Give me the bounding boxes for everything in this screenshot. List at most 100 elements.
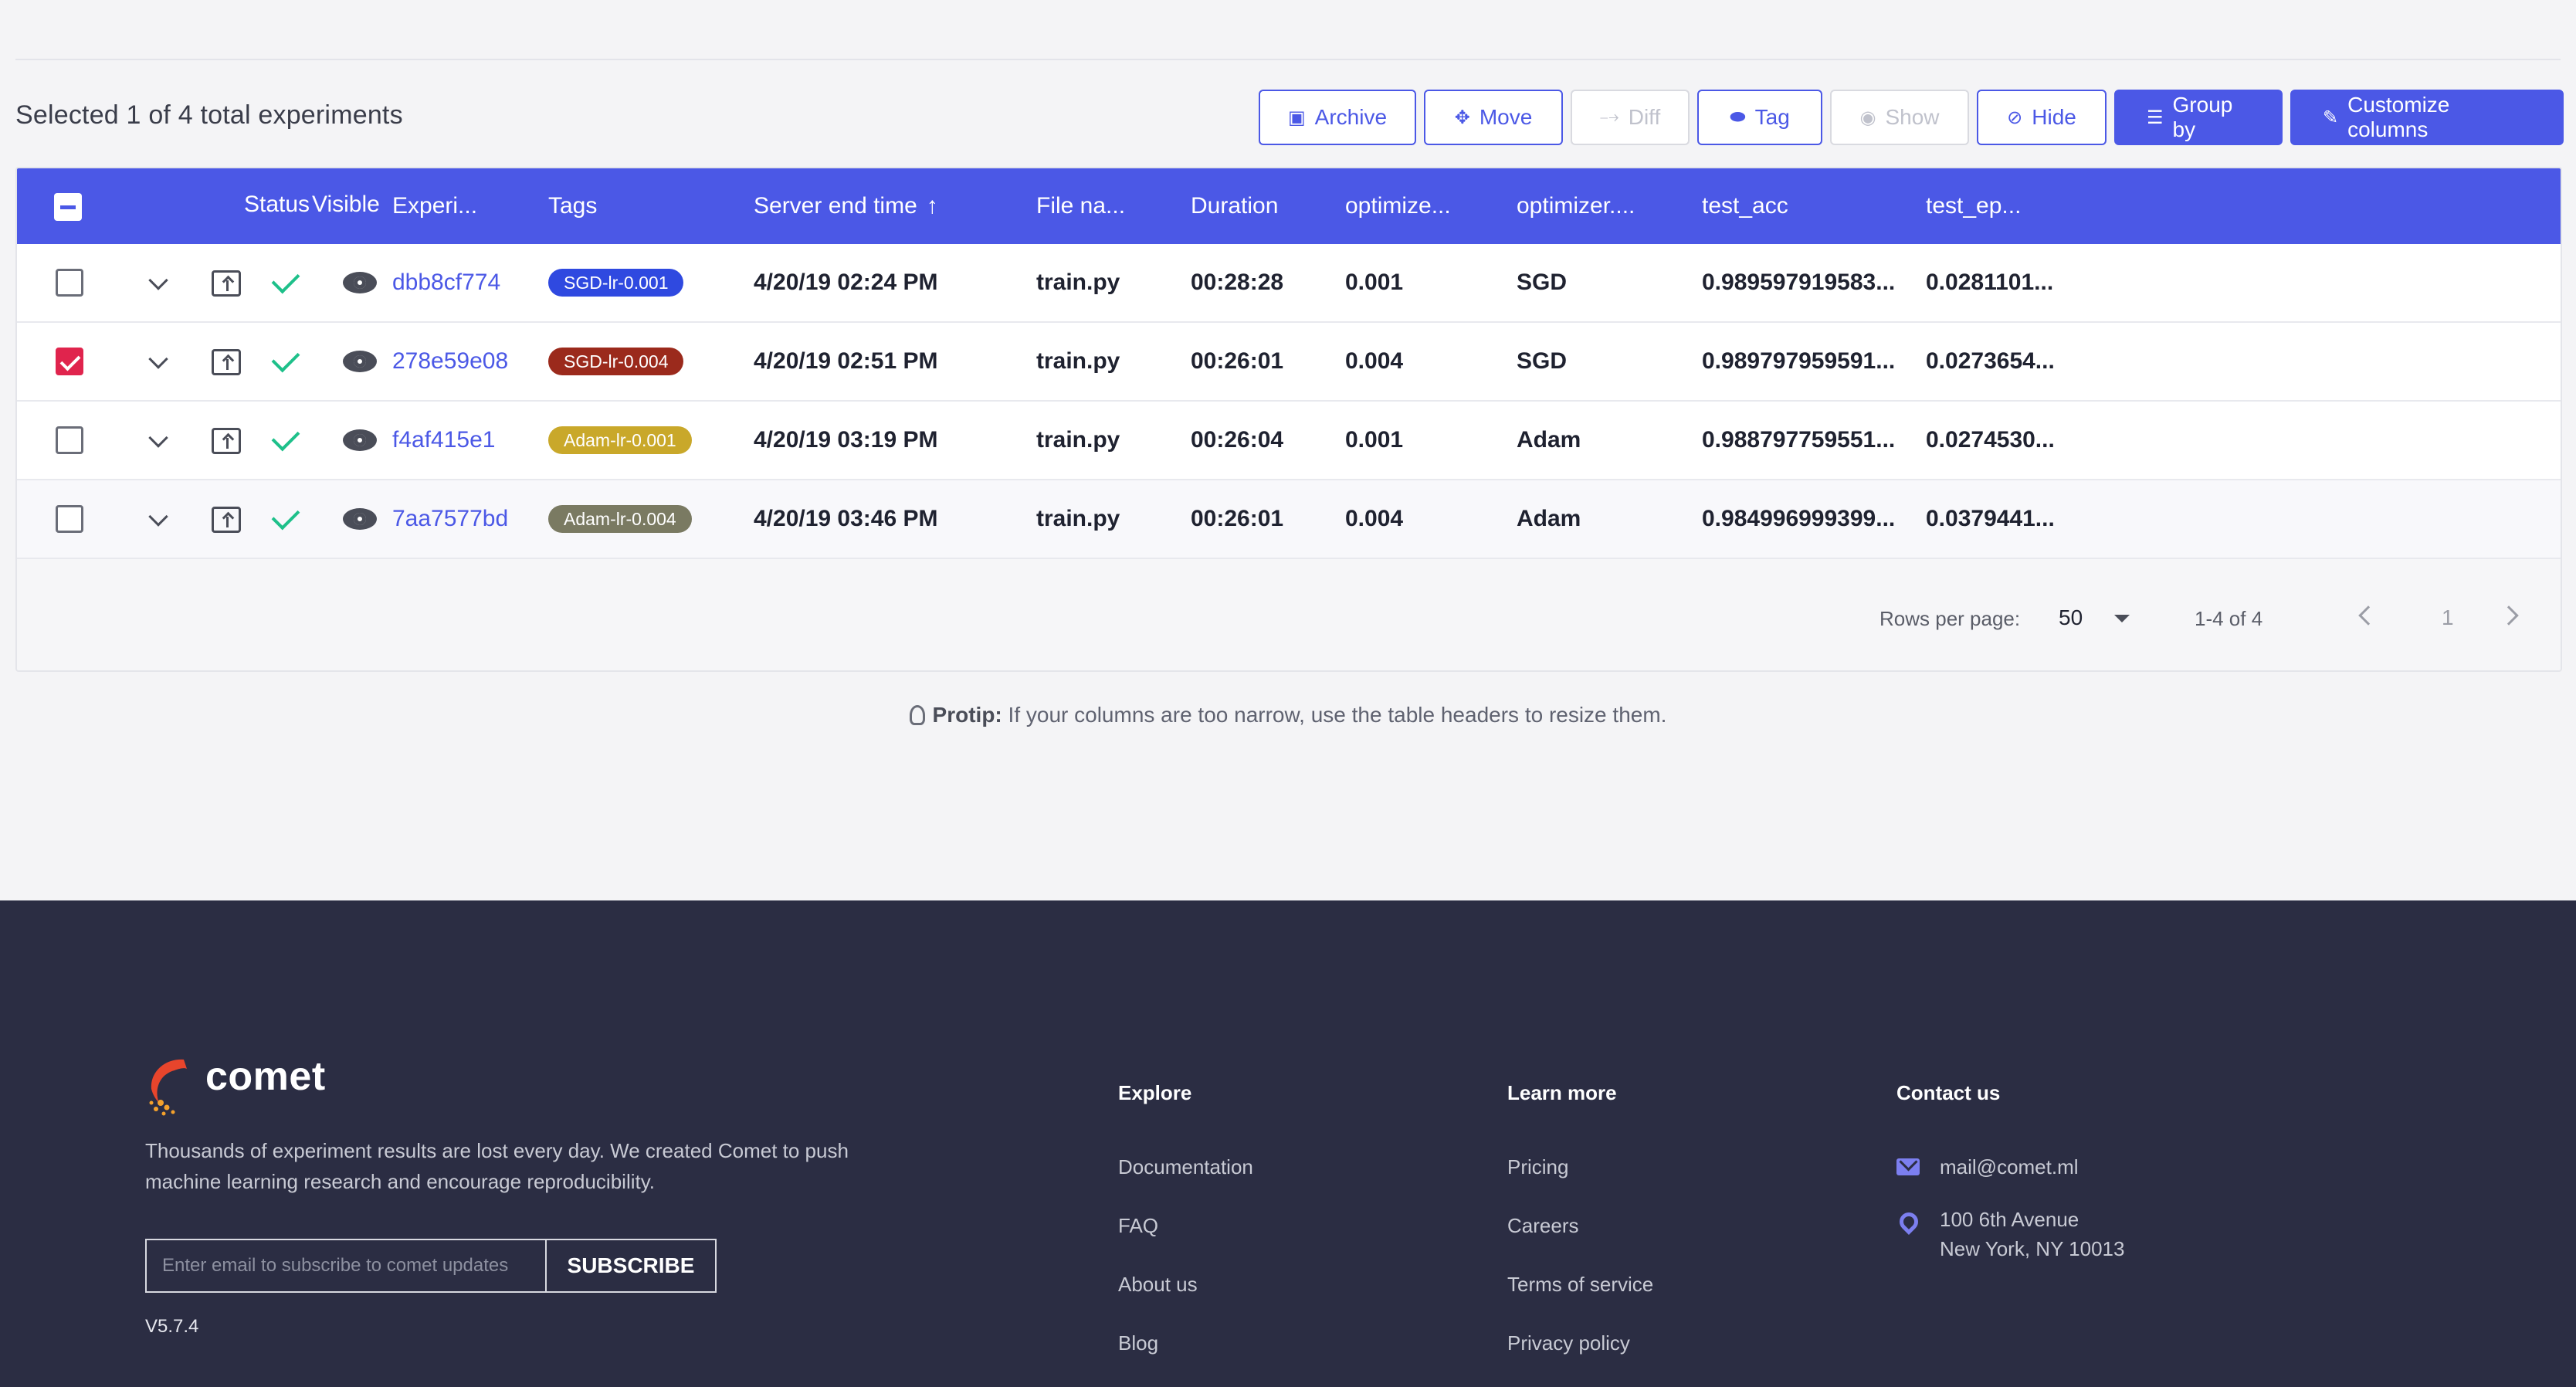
group-icon: ☰ (2147, 107, 2164, 128)
row-checkbox[interactable] (56, 348, 83, 375)
server-end-time-cell: 4/20/19 02:24 PM (754, 270, 938, 295)
visibility-eye-icon[interactable] (343, 508, 377, 530)
status-success-icon (271, 501, 300, 531)
experiment-tag[interactable]: SGD-lr-0.001 (548, 269, 684, 297)
footer-link-documentation[interactable]: Documentation (1118, 1155, 1253, 1179)
subscribe-button[interactable]: SUBSCRIBE (545, 1239, 717, 1293)
row-empty-space (2085, 402, 2561, 479)
protip: Protip: If your columns are too narrow, … (0, 703, 2576, 727)
tag-button[interactable]: ⬬ Tag (1697, 90, 1822, 145)
open-experiment-icon[interactable] (212, 428, 241, 454)
open-experiment-icon[interactable] (212, 270, 241, 297)
column-visible[interactable]: Visible (312, 168, 380, 238)
experiment-key-link[interactable]: f4af415e1 (392, 402, 495, 479)
contact-email[interactable]: mail@comet.ml (1940, 1155, 2079, 1179)
column-duration[interactable]: Duration (1191, 168, 1278, 244)
column-test-acc[interactable]: test_acc (1702, 168, 1788, 244)
experiments-table: Status Visible Experi... Tags Server end… (15, 167, 2562, 672)
visibility-eye-icon[interactable] (343, 429, 377, 451)
rows-per-page-select[interactable]: 50 (2059, 605, 2083, 630)
duration-cell: 00:26:04 (1191, 427, 1284, 453)
move-button[interactable]: ✥ Move (1424, 90, 1563, 145)
table-row[interactable]: 278e59e08 SGD-lr-0.004 4/20/19 02:51 PM tra… (17, 323, 2561, 402)
archive-icon: ▣ (1287, 107, 1306, 128)
file-name-cell: train.py (1036, 348, 1120, 374)
comet-logo-icon[interactable] (144, 1055, 193, 1117)
tag-cell: SGD-lr-0.001 (548, 244, 684, 321)
eye-off-icon: ⊘ (2007, 107, 2023, 128)
chevron-left-icon[interactable] (2358, 605, 2378, 626)
footer-link-terms[interactable]: Terms of service (1507, 1273, 1653, 1297)
show-button[interactable]: ◉ Show (1830, 90, 1969, 145)
open-experiment-icon[interactable] (212, 349, 241, 375)
column-experiment[interactable]: Experi... (392, 168, 477, 244)
diff-icon: ⤍ (1599, 107, 1619, 127)
experiment-tag[interactable]: Adam-lr-0.004 (548, 505, 692, 533)
table-row[interactable]: f4af415e1 Adam-lr-0.001 4/20/19 03:19 PM tr… (17, 402, 2561, 480)
experiment-key-link[interactable]: dbb8cf774 (392, 244, 500, 321)
duration-cell: 00:26:01 (1191, 506, 1284, 531)
group-by-button[interactable]: ☰ Group by (2114, 90, 2283, 145)
visibility-eye-icon[interactable] (343, 351, 377, 372)
footer-link-faq[interactable]: FAQ (1118, 1214, 1158, 1238)
chevron-down-icon[interactable] (148, 428, 168, 448)
diff-button[interactable]: ⤍ Diff (1571, 90, 1690, 145)
row-checkbox[interactable] (56, 505, 83, 533)
page-number[interactable]: 1 (2442, 605, 2454, 630)
server-end-time-cell: 4/20/19 02:51 PM (754, 348, 938, 374)
column-server-end-time[interactable]: Server end time ↑ (754, 168, 938, 244)
chevron-down-icon[interactable] (148, 349, 168, 369)
explore-heading: Explore (1118, 1081, 1192, 1104)
row-empty-space (2085, 480, 2561, 558)
optimizer-lr-cell: 0.004 (1345, 506, 1404, 531)
open-experiment-icon[interactable] (212, 507, 241, 533)
column-status[interactable]: Status (244, 168, 310, 238)
visibility-eye-icon[interactable] (343, 272, 377, 293)
archive-button[interactable]: ▣ Archive (1259, 90, 1416, 145)
hide-button[interactable]: ⊘ Hide (1977, 90, 2107, 145)
lightbulb-icon (909, 705, 925, 725)
column-tags[interactable]: Tags (548, 168, 597, 244)
column-optimizer[interactable]: optimizer.... (1517, 168, 1635, 244)
mail-icon (1896, 1158, 1920, 1175)
column-test-ep[interactable]: test_ep... (1926, 168, 2021, 244)
test-acc-cell: 0.989797959591... (1702, 348, 1896, 374)
footer-link-pricing[interactable]: Pricing (1507, 1155, 1568, 1179)
experiment-tag[interactable]: SGD-lr-0.004 (548, 348, 684, 375)
chevron-right-icon[interactable] (2499, 605, 2519, 626)
optimizer-lr-cell: 0.001 (1345, 427, 1404, 453)
contact-address-line-2: New York, NY 10013 (1940, 1237, 2125, 1260)
footer-link-careers[interactable]: Careers (1507, 1214, 1578, 1238)
experiment-key-link[interactable]: 7aa7577bd (392, 480, 508, 558)
file-name-cell: train.py (1036, 427, 1120, 453)
footer-link-blog[interactable]: Blog (1118, 1331, 1158, 1355)
column-file-name[interactable]: File na... (1036, 168, 1125, 244)
table-row[interactable]: dbb8cf774 SGD-lr-0.001 4/20/19 02:24 PM tra… (17, 244, 2561, 323)
experiment-key-link[interactable]: 278e59e08 (392, 323, 508, 400)
tag-cell: Adam-lr-0.001 (548, 402, 692, 479)
subscribe-email-input[interactable] (145, 1239, 547, 1293)
rows-per-page-label: Rows per page: (1879, 607, 2021, 630)
brand-name[interactable]: comet (205, 1053, 326, 1100)
optimizer-cell: Adam (1517, 427, 1581, 453)
select-all-checkbox[interactable] (54, 193, 82, 221)
contact-heading: Contact us (1896, 1081, 2001, 1104)
column-optimizer-lr[interactable]: optimize... (1345, 168, 1451, 244)
row-checkbox[interactable] (56, 269, 83, 297)
chevron-down-icon[interactable] (148, 507, 168, 527)
optimizer-cell: Adam (1517, 506, 1581, 531)
customize-columns-button[interactable]: ✎ Customize columns (2290, 90, 2564, 145)
chevron-down-icon[interactable] (148, 270, 168, 290)
caret-down-icon[interactable] (2114, 615, 2130, 622)
test-acc-cell: 0.988797759551... (1702, 427, 1896, 453)
footer-link-about[interactable]: About us (1118, 1273, 1198, 1297)
optimizer-lr-cell: 0.001 (1345, 270, 1404, 295)
eye-icon: ◉ (1859, 107, 1876, 128)
tag-icon: ⬬ (1730, 107, 1746, 127)
top-divider (15, 59, 2561, 60)
experiment-tag[interactable]: Adam-lr-0.001 (548, 426, 692, 454)
row-checkbox[interactable] (56, 426, 83, 454)
footer-link-privacy[interactable]: Privacy policy (1507, 1331, 1630, 1355)
table-header: Status Visible Experi... Tags Server end… (17, 168, 2561, 244)
table-row[interactable]: 7aa7577bd Adam-lr-0.004 4/20/19 03:46 PM tr… (17, 480, 2561, 559)
